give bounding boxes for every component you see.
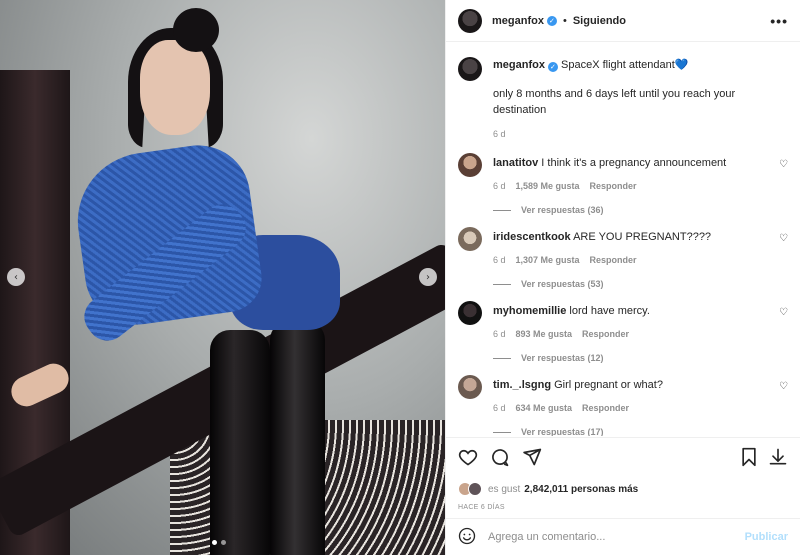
carousel-prev-button[interactable]: ‹ <box>7 268 25 286</box>
following-button[interactable]: Siguiendo <box>573 15 626 27</box>
verified-badge-icon: ✓ <box>546 15 557 26</box>
reply-button[interactable]: Responder <box>582 329 629 339</box>
comment-icon[interactable] <box>490 447 510 470</box>
comment-item: tim._.lsgng Girl pregnant or what? 6 d 6… <box>458 375 788 436</box>
comment-text: I think it's a pregnancy announcement <box>541 157 727 169</box>
post-header: meganfox ✓ • Siguiendo ••• <box>446 0 800 42</box>
person-face <box>140 40 210 135</box>
instagram-post: ‹ › meganfox ✓ • Siguiendo ••• meganfox ✓… <box>0 0 800 555</box>
heart-icon[interactable]: ♡ <box>779 233 788 244</box>
comment-username[interactable]: lanatitov <box>493 157 538 169</box>
download-icon[interactable] <box>768 447 788 470</box>
add-comment-bar: Agrega un comentario... Publicar <box>446 518 800 555</box>
comment-username[interactable]: iridescentkook <box>493 231 571 243</box>
avatar[interactable] <box>458 301 482 325</box>
view-replies-button[interactable]: Ver respuestas (17) <box>493 427 773 436</box>
view-replies-button[interactable]: Ver respuestas (53) <box>493 279 773 289</box>
comment-likes[interactable]: 893 Me gusta <box>516 329 573 339</box>
comment-likes[interactable]: 1,589 Me gusta <box>516 181 580 191</box>
comments-list[interactable]: meganfox ✓ SpaceX flight attendant💙 only … <box>446 43 800 436</box>
reply-button[interactable]: Responder <box>590 181 637 191</box>
comment-time[interactable]: 6 d <box>493 181 506 191</box>
publish-button[interactable]: Publicar <box>745 531 788 543</box>
like-heart-icon[interactable] <box>458 447 478 470</box>
comment-time[interactable]: 6 d <box>493 255 506 265</box>
comment-likes[interactable]: 634 Me gusta <box>516 403 573 413</box>
comment-time[interactable]: 6 d <box>493 329 506 339</box>
verified-badge-icon: ✓ <box>547 62 558 72</box>
post-details-panel: meganfox ✓ • Siguiendo ••• meganfox ✓ Spa… <box>445 0 800 555</box>
heart-icon[interactable]: ♡ <box>779 307 788 318</box>
view-replies-button[interactable]: Ver respuestas (36) <box>493 205 773 215</box>
avatar <box>468 482 482 496</box>
header-username[interactable]: meganfox <box>492 15 544 27</box>
carousel-dots <box>212 540 226 545</box>
caption-time: 6 d <box>493 128 506 139</box>
post-caption: meganfox ✓ SpaceX flight attendant💙 only … <box>458 43 788 141</box>
action-bar: es gust 2,842,011 personas más HACE 6 DÍ… <box>446 437 800 511</box>
avatar[interactable] <box>458 153 482 177</box>
post-date: HACE 6 DÍAS <box>458 504 505 511</box>
comment-input[interactable]: Agrega un comentario... <box>488 531 745 543</box>
comment-username[interactable]: tim._.lsgng <box>493 379 551 391</box>
caption-text: SpaceX flight attendant <box>561 59 675 71</box>
comment-text: Girl pregnant or what? <box>554 379 663 391</box>
comment-username[interactable]: myhomemillie <box>493 305 566 317</box>
avatar[interactable] <box>458 8 482 33</box>
comment-item: myhomemillie lord have mercy. 6 d 893 Me… <box>458 301 788 363</box>
heart-icon[interactable]: ♡ <box>779 159 788 170</box>
carousel-next-button[interactable]: › <box>419 268 437 286</box>
comment-item: iridescentkook ARE YOU PREGNANT???? 6 d … <box>458 227 788 289</box>
comment-text: lord have mercy. <box>569 305 650 317</box>
share-icon[interactable] <box>522 447 542 470</box>
avatar[interactable] <box>458 57 482 81</box>
likes-prefix: es gust <box>488 483 521 495</box>
chevron-right-icon: › <box>426 271 430 283</box>
likes-summary[interactable]: es gust 2,842,011 personas más <box>458 482 788 496</box>
blue-heart-emoji: 💙 <box>674 58 689 71</box>
chevron-left-icon: ‹ <box>14 271 18 283</box>
emoji-icon[interactable] <box>458 527 476 548</box>
reply-button[interactable]: Responder <box>590 255 637 265</box>
likes-count[interactable]: 2,842,011 personas más <box>524 484 638 495</box>
bookmark-icon[interactable] <box>740 447 758 470</box>
carousel-dot-active <box>212 540 217 545</box>
comment-item: lanatitov I think it's a pregnancy annou… <box>458 153 788 215</box>
post-image[interactable]: ‹ › <box>0 0 445 555</box>
caption-username[interactable]: meganfox <box>493 59 545 71</box>
comment-likes[interactable]: 1,307 Me gusta <box>516 255 580 265</box>
more-options-icon[interactable]: ••• <box>770 13 788 29</box>
comment-time[interactable]: 6 d <box>493 403 506 413</box>
avatar[interactable] <box>458 375 482 399</box>
heart-icon[interactable]: ♡ <box>779 381 788 392</box>
reply-button[interactable]: Responder <box>582 403 629 413</box>
comment-text: ARE YOU PREGNANT???? <box>573 231 712 243</box>
view-replies-button[interactable]: Ver respuestas (12) <box>493 353 773 363</box>
caption-line-2: only 8 months and 6 days left until you … <box>493 87 736 117</box>
carousel-dot <box>221 540 226 545</box>
avatar[interactable] <box>458 227 482 251</box>
separator-dot: • <box>562 14 567 27</box>
